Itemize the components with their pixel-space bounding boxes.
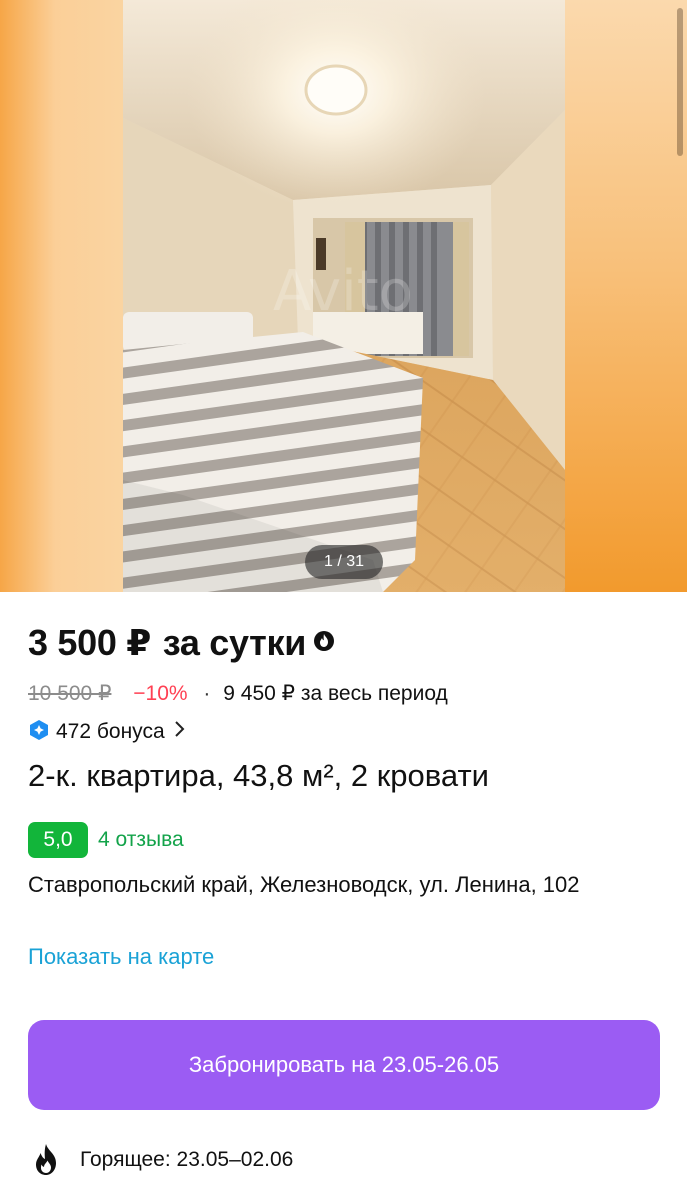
photo-counter: 1 / 31 [305,545,383,579]
book-button[interactable]: Забронировать на 23.05-26.05 [28,1020,660,1110]
old-price: 10 500 ₽ [28,682,112,705]
fire-icon [36,1144,56,1175]
period-total: 9 450 ₽ за весь период [223,682,448,705]
bonus-link[interactable]: 472 бонуса [28,719,185,747]
photo-gallery[interactable]: Avito 1 / 31 [0,0,687,592]
discount-badge: −10% [133,682,188,705]
separator-dot: · [203,682,211,705]
address: Ставропольский край, Железноводск, ул. Л… [28,872,580,897]
fire-badge-icon[interactable] [314,631,335,651]
reviews-link[interactable]: 4 отзыва [98,828,184,852]
price-details: 10 500 ₽ −10% · 9 450 ₽ за весь период [28,681,448,706]
gallery-backdrop-right [564,0,687,592]
bonus-hexagon-icon [28,719,50,747]
show-on-map-link[interactable]: Показать на карте [28,944,214,970]
rating-row[interactable]: 5,0 4 отзыва [28,822,184,858]
bonus-text: 472 бонуса [56,720,165,743]
watermark-text: Avito [273,259,413,324]
chevron-right-icon [173,720,185,744]
price-line: 3 500 ₽ за сутки [28,622,335,664]
listing-photo[interactable]: Avito [123,0,565,592]
gallery-backdrop-left [0,0,123,592]
price-suffix: за сутки [162,622,307,663]
hot-offer-text: Горящее: 23.05–02.06 [80,1148,294,1171]
listing-title: 2-к. квартира, 43,8 м², 2 кровати [28,758,489,793]
price-value: 3 500 ₽ [28,622,152,663]
rating-badge: 5,0 [28,822,88,858]
scroll-indicator[interactable] [677,8,683,156]
hot-offer[interactable]: Горящее: 23.05–02.06 [32,1144,293,1176]
